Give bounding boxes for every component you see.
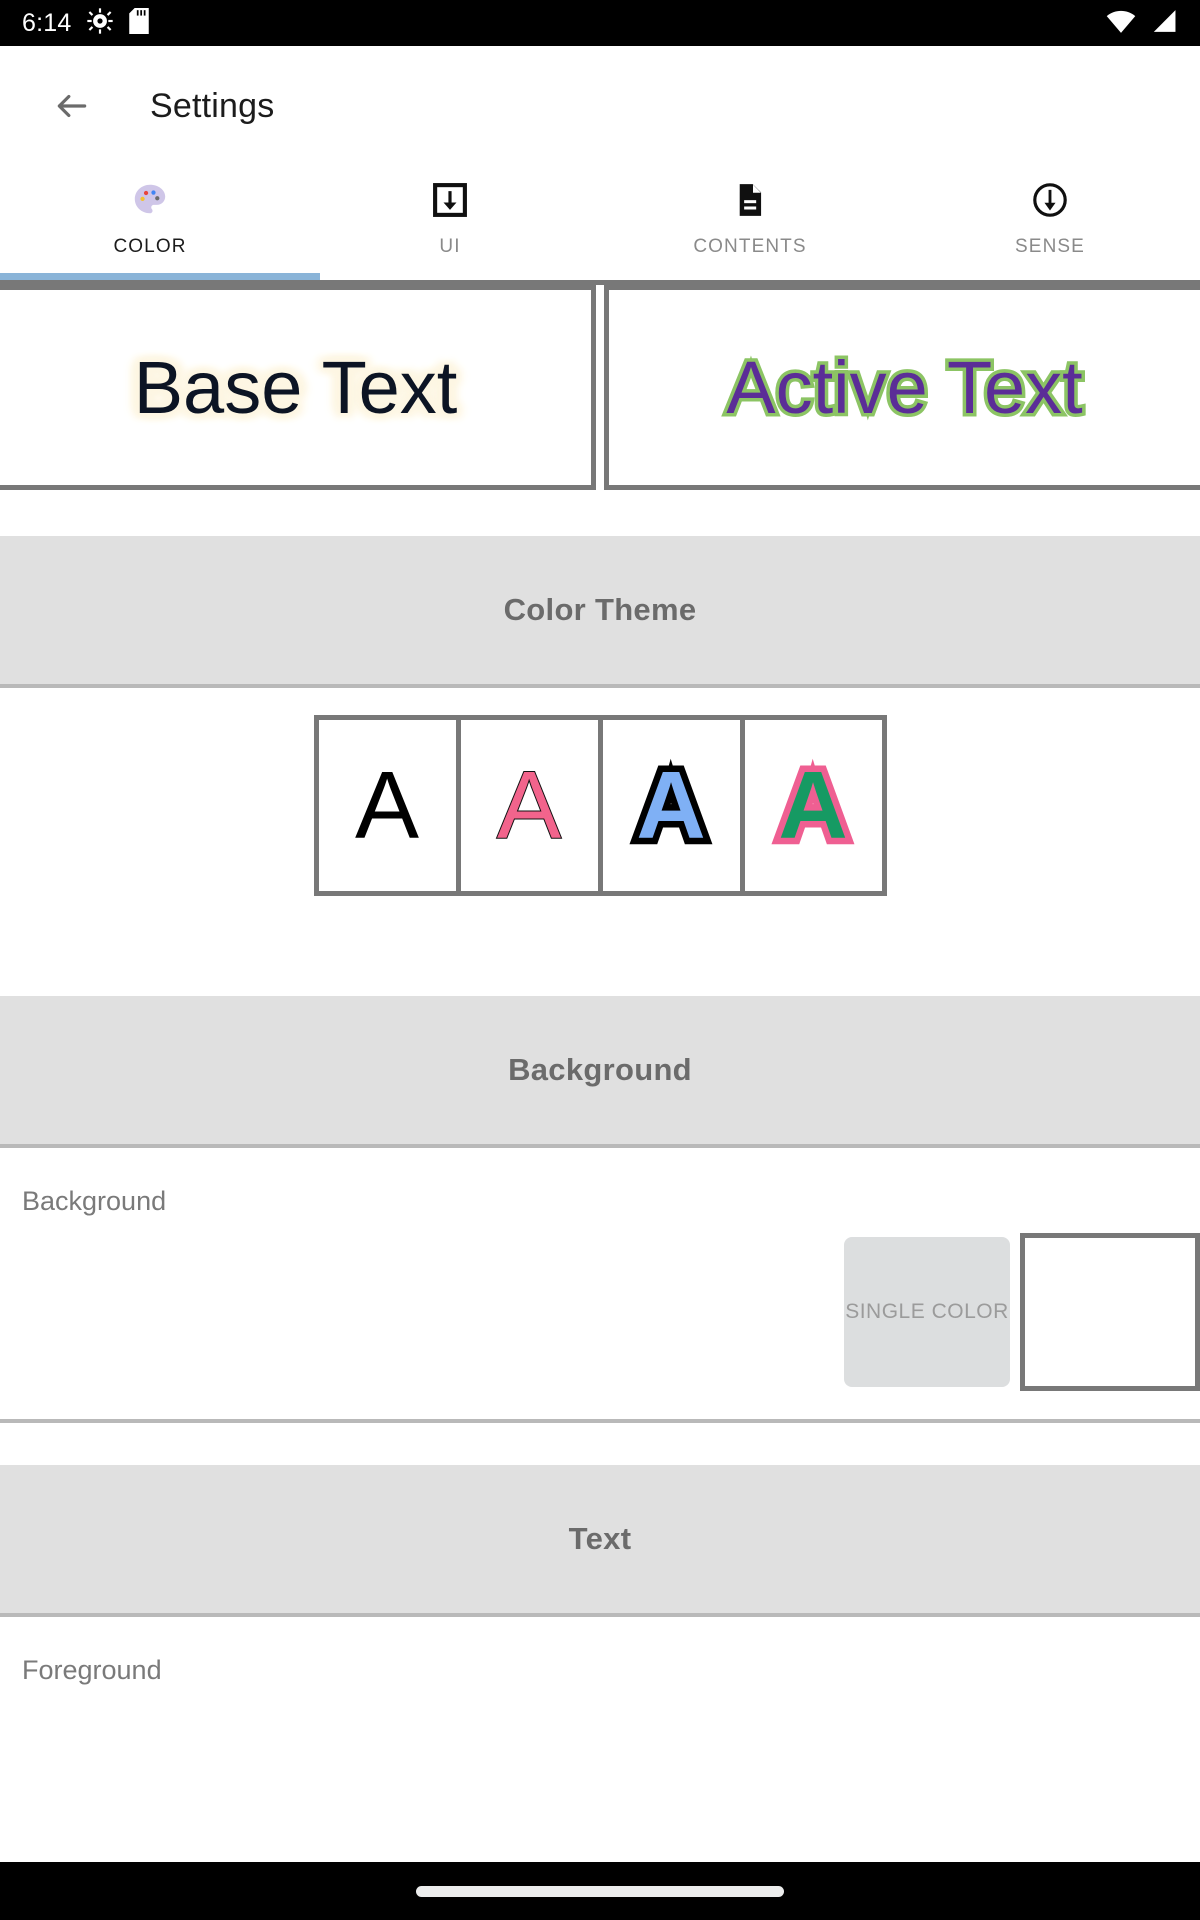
theme-strip: A A A A (313, 715, 887, 896)
theme-glyph: A (772, 751, 854, 860)
foreground-row-label: Foreground (22, 1655, 162, 1685)
cell-signal-icon (1150, 8, 1178, 39)
download-box-icon (431, 178, 469, 222)
document-icon (731, 178, 769, 222)
status-time: 6:14 (22, 8, 72, 37)
tab-sense[interactable]: SENSE (900, 166, 1200, 280)
tab-selected-indicator (0, 273, 320, 280)
preview-active-text: Active Text (723, 345, 1086, 429)
section-title-color-theme: Color Theme (503, 592, 697, 627)
background-row-controls: SINGLE COLOR (0, 1217, 1200, 1419)
theme-swatch-plain-black[interactable]: A (313, 715, 461, 896)
tab-color[interactable]: COLOR (0, 166, 300, 280)
page-title: Settings (150, 86, 275, 125)
wifi-icon (1106, 8, 1136, 39)
preview-active-text-card[interactable]: Active Text (604, 285, 1200, 490)
foreground-row: Foreground (0, 1617, 1200, 1686)
section-title-background: Background (508, 1052, 692, 1087)
circle-down-arrow-icon (1031, 178, 1069, 222)
system-nav-bar (0, 1862, 1200, 1920)
theme-swatch-blue-black[interactable]: A (597, 715, 745, 896)
section-title-text: Text (568, 1521, 632, 1556)
section-header-text: Text (0, 1465, 1200, 1617)
tab-label-sense: SENSE (1015, 236, 1085, 257)
status-left-icons (87, 7, 150, 39)
spacer-above-background (0, 956, 1200, 996)
tab-label-ui: UI (439, 236, 461, 257)
palette-icon (131, 178, 169, 222)
section-header-color-theme: Color Theme (0, 536, 1200, 688)
sd-card-icon (129, 7, 150, 39)
section-header-background: Background (0, 996, 1200, 1148)
theme-swatch-pink-outline[interactable]: A (455, 715, 603, 896)
preview-row: Base Text Active Text (0, 280, 1200, 490)
theme-glyph: A (630, 751, 712, 860)
theme-swatch-green-pink[interactable]: A (739, 715, 887, 896)
back-arrow-icon[interactable] (44, 78, 100, 134)
spacer-above-text (0, 1423, 1200, 1465)
status-bar: 6:14 (0, 0, 1200, 46)
tab-contents[interactable]: CONTENTS (600, 166, 900, 280)
tab-bar: COLOR UI CONTENTS SENSE (0, 166, 1200, 280)
tab-label-contents: CONTENTS (693, 236, 807, 257)
theme-glyph: A (354, 751, 420, 859)
theme-glyph: A (496, 751, 562, 859)
spacer-above-color-theme (0, 490, 1200, 536)
background-row-label: Background (22, 1186, 167, 1216)
background-row: Background SINGLE COLOR (0, 1148, 1200, 1423)
home-gesture-pill[interactable] (416, 1885, 784, 1897)
color-theme-swatch-row: A A A A (0, 688, 1200, 956)
preview-base-text-card[interactable]: Base Text (0, 285, 596, 490)
background-color-swatch[interactable] (1020, 1233, 1200, 1391)
single-color-button[interactable]: SINGLE COLOR (844, 1237, 1010, 1387)
tab-label-color: COLOR (113, 236, 187, 257)
tab-ui[interactable]: UI (300, 166, 600, 280)
status-right-icons (1106, 8, 1178, 39)
preview-base-text: Base Text (133, 345, 458, 429)
gear-icon (87, 7, 114, 39)
app-bar: Settings (0, 46, 1200, 166)
